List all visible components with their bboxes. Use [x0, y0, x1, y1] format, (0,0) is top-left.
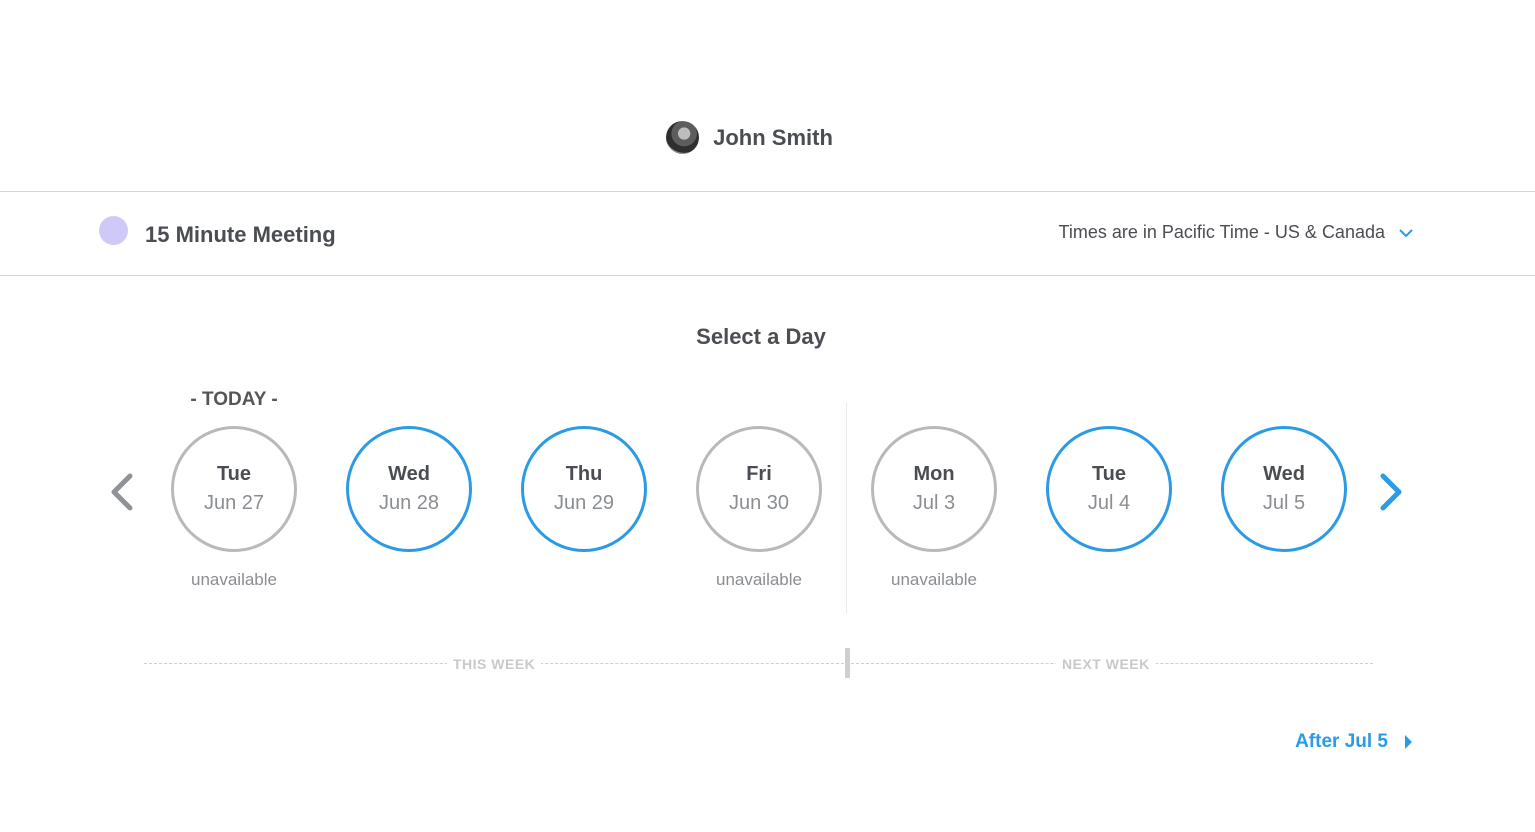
- previous-week-arrow-icon[interactable]: [108, 472, 134, 512]
- user-profile: John Smith: [0, 121, 1535, 154]
- chevron-down-icon: [1399, 228, 1413, 237]
- day-option[interactable]: Thu Jun 29: [521, 426, 647, 552]
- day-date: Jun 30: [728, 492, 790, 514]
- today-label: - TODAY -: [190, 389, 278, 410]
- after-date-label: After Jul 5: [1295, 731, 1388, 752]
- event-bar: 15 Minute Meeting Times are in Pacific T…: [0, 192, 1535, 276]
- day-weekday: Wed: [388, 463, 430, 485]
- day-date: Jul 4: [1087, 492, 1131, 514]
- unavailable-label: unavailable: [715, 570, 802, 589]
- day-weekday: Wed: [1263, 463, 1305, 485]
- day-weekday: Tue: [216, 463, 252, 485]
- page-header: John Smith: [0, 0, 1535, 192]
- day-option[interactable]: Wed Jun 28: [346, 426, 472, 552]
- event-name: 15 Minute Meeting: [145, 222, 336, 247]
- next-week-arrow-icon[interactable]: [1379, 472, 1405, 512]
- day-weekday: Tue: [1091, 463, 1127, 485]
- day-date: Jul 3: [912, 492, 956, 514]
- day-option[interactable]: Wed Jul 5: [1221, 426, 1347, 552]
- this-week-label: THIS WEEK: [447, 656, 542, 672]
- week-divider: [846, 402, 847, 614]
- week-separator-tick: [845, 648, 850, 678]
- avatar: [666, 121, 700, 154]
- after-date-link[interactable]: After Jul 5: [1295, 731, 1413, 753]
- user-name: John Smith: [713, 124, 833, 150]
- day-option[interactable]: Tue Jul 4: [1046, 426, 1172, 552]
- day-option[interactable]: Tue Jun 27: [171, 426, 297, 552]
- day-date: Jul 5: [1262, 492, 1306, 514]
- day-weekday: Fri: [746, 463, 772, 485]
- timezone-label: Times are in Pacific Time - US & Canada: [1058, 222, 1385, 242]
- day-weekday: Mon: [913, 463, 955, 485]
- unavailable-label: unavailable: [190, 570, 277, 589]
- next-week-label: NEXT WEEK: [1056, 656, 1156, 672]
- timezone-selector[interactable]: Times are in Pacific Time - US & Canada: [1059, 222, 1413, 243]
- day-option[interactable]: Mon Jul 3: [871, 426, 997, 552]
- day-option[interactable]: Fri Jun 30: [696, 426, 822, 552]
- day-date: Jun 29: [553, 492, 615, 514]
- day-date: Jun 28: [378, 492, 440, 514]
- caret-right-icon: [1405, 735, 1412, 749]
- day-weekday: Thu: [565, 463, 603, 485]
- event-color-dot: [99, 216, 128, 245]
- day-date: Jun 27: [203, 492, 265, 514]
- unavailable-label: unavailable: [890, 570, 977, 589]
- section-title: Select a Day: [696, 324, 826, 349]
